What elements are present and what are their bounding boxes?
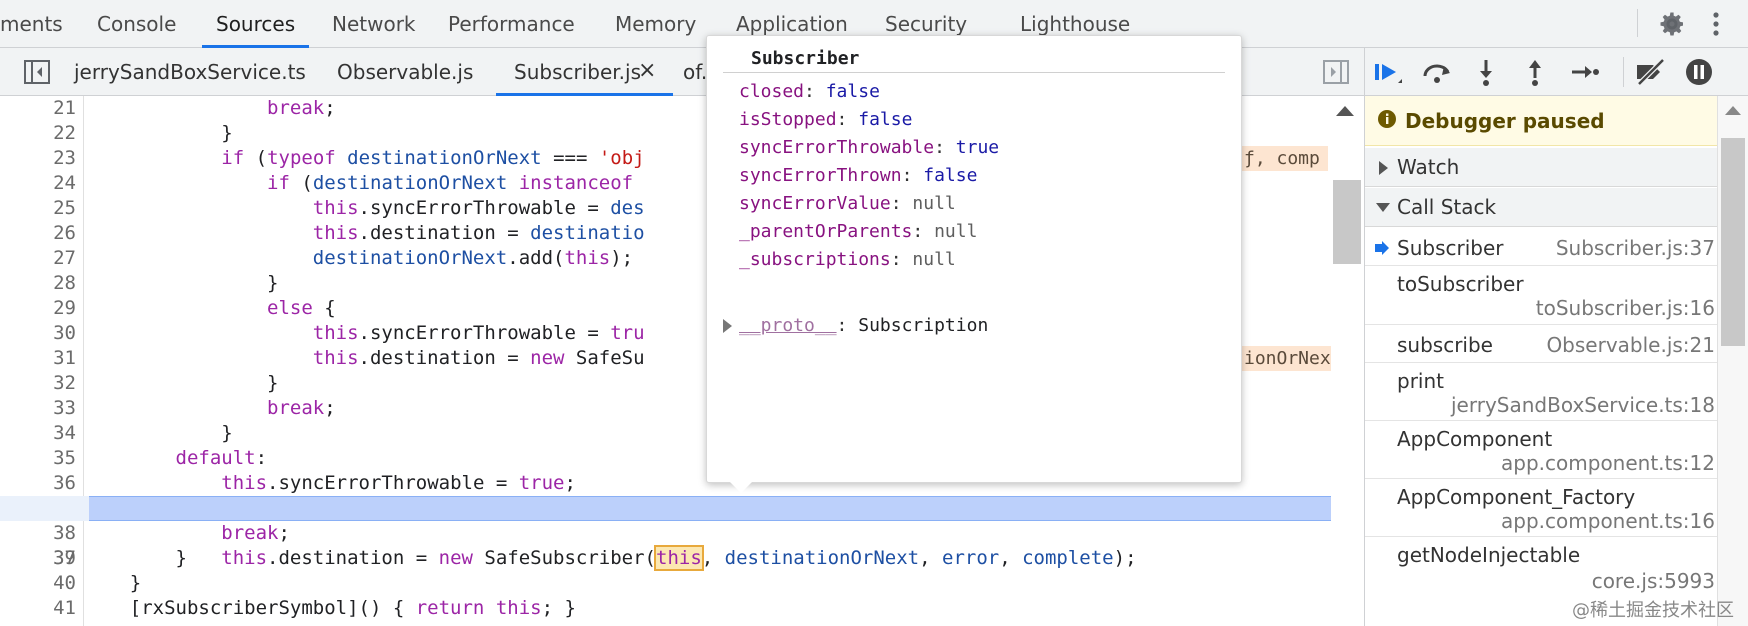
divider (723, 72, 1225, 73)
property-row: closed: false (739, 81, 880, 102)
property-row: _parentOrParents: null (739, 221, 978, 242)
tab-performance[interactable]: Performance (448, 0, 575, 48)
step-icon[interactable] (1567, 56, 1601, 88)
code-line: 39 } (53, 547, 187, 569)
call-frame[interactable]: AppComponent_Factory app.component.ts:16 (1365, 479, 1717, 537)
file-tab-subscriber[interactable]: Subscriber.js (496, 48, 673, 96)
call-frame[interactable]: subscribe Observable.js:21 (1365, 325, 1717, 363)
debugger-toolbar (1365, 48, 1748, 96)
step-out-icon[interactable] (1518, 56, 1552, 88)
code-line-paused: 37 this.destination = new SafeSubscriber… (0, 496, 1331, 571)
property-row: syncErrorThrowable: true (739, 137, 1000, 158)
call-frame[interactable]: Subscriber Subscriber.js:37 (1365, 228, 1717, 266)
file-tab-of[interactable]: of. (683, 48, 707, 96)
gear-icon[interactable] (1656, 8, 1688, 40)
divider (1637, 9, 1638, 37)
tab-network[interactable]: Network (332, 0, 416, 48)
property-row: isStopped: false (739, 109, 913, 130)
call-frame[interactable]: AppComponent app.component.ts:12 (1365, 421, 1717, 479)
file-tab-observable[interactable]: Observable.js (337, 48, 473, 96)
resume-icon[interactable] (1371, 56, 1405, 88)
execution-line-highlight (89, 496, 1331, 521)
object-preview-popover: Subscriber closed: false isStopped: fals… (706, 35, 1242, 483)
popover-title: Subscriber (751, 48, 860, 69)
property-row: syncErrorThrown: false (739, 165, 978, 186)
scroll-up-arrow-icon[interactable] (1336, 106, 1354, 116)
debugger-sidebar: Debugger paused Watch Call Stack Subscri… (1365, 48, 1748, 626)
deactivate-breakpoints-icon[interactable] (1633, 56, 1667, 88)
tab-memory[interactable]: Memory (615, 0, 696, 48)
tab-console[interactable]: Console (97, 0, 176, 48)
sidebar-scrollbar-thumb[interactable] (1721, 138, 1745, 346)
close-tab-icon[interactable]: × (638, 58, 656, 83)
divider (1623, 57, 1624, 87)
code-line: 38 break; (53, 522, 290, 544)
watermark: @稀土掘金技术社区 (1572, 600, 1734, 621)
code-line: 41 [rxSubscriberSymbol]() { return this;… (53, 597, 576, 619)
property-row: syncErrorValue: null (739, 193, 956, 214)
tab-sources[interactable]: Sources (201, 0, 310, 48)
scroll-up-arrow-icon[interactable] (1725, 106, 1741, 115)
property-row: _subscriptions: null (739, 249, 956, 270)
call-frame[interactable]: toSubscriber toSubscriber.js:16 (1365, 266, 1717, 325)
info-icon (1378, 110, 1396, 128)
call-stack-section-header[interactable]: Call Stack (1365, 188, 1717, 227)
step-over-icon[interactable] (1420, 56, 1454, 88)
file-tab-jerry-sandbox-service[interactable]: jerrySandBoxService.ts (74, 48, 306, 96)
toggle-debugger-icon[interactable] (1323, 60, 1349, 84)
expand-arrow-icon[interactable] (723, 319, 732, 333)
inline-value-badge: ionOrNext (1236, 346, 1331, 371)
current-frame-arrow-icon (1375, 241, 1389, 255)
call-frame[interactable]: print jerrySandBoxService.ts:18 (1365, 363, 1717, 421)
toggle-navigator-icon[interactable] (24, 60, 50, 84)
call-frame[interactable]: getNodeInjectable core.js:5993 (1365, 537, 1717, 597)
popover-pointer (730, 482, 752, 493)
paused-label: Debugger paused (1405, 109, 1605, 133)
step-into-icon[interactable] (1469, 56, 1503, 88)
editor-scrollbar-thumb[interactable] (1333, 180, 1361, 264)
pause-on-exceptions-icon[interactable] (1682, 56, 1716, 88)
inline-value-badge: ƒ, comp (1236, 146, 1328, 171)
watch-section-header[interactable]: Watch (1365, 148, 1717, 187)
editor-scrollbar[interactable] (1331, 96, 1364, 626)
tab-elements[interactable]: ments (0, 0, 63, 48)
collapse-arrow-icon (1376, 203, 1390, 212)
expand-arrow-icon (1379, 161, 1388, 175)
code-line: 40 } (53, 572, 142, 594)
debugger-paused-banner: Debugger paused (1365, 96, 1717, 146)
more-options-icon[interactable] (1711, 10, 1721, 38)
proto-row[interactable]: __proto__: Subscription (739, 312, 988, 340)
